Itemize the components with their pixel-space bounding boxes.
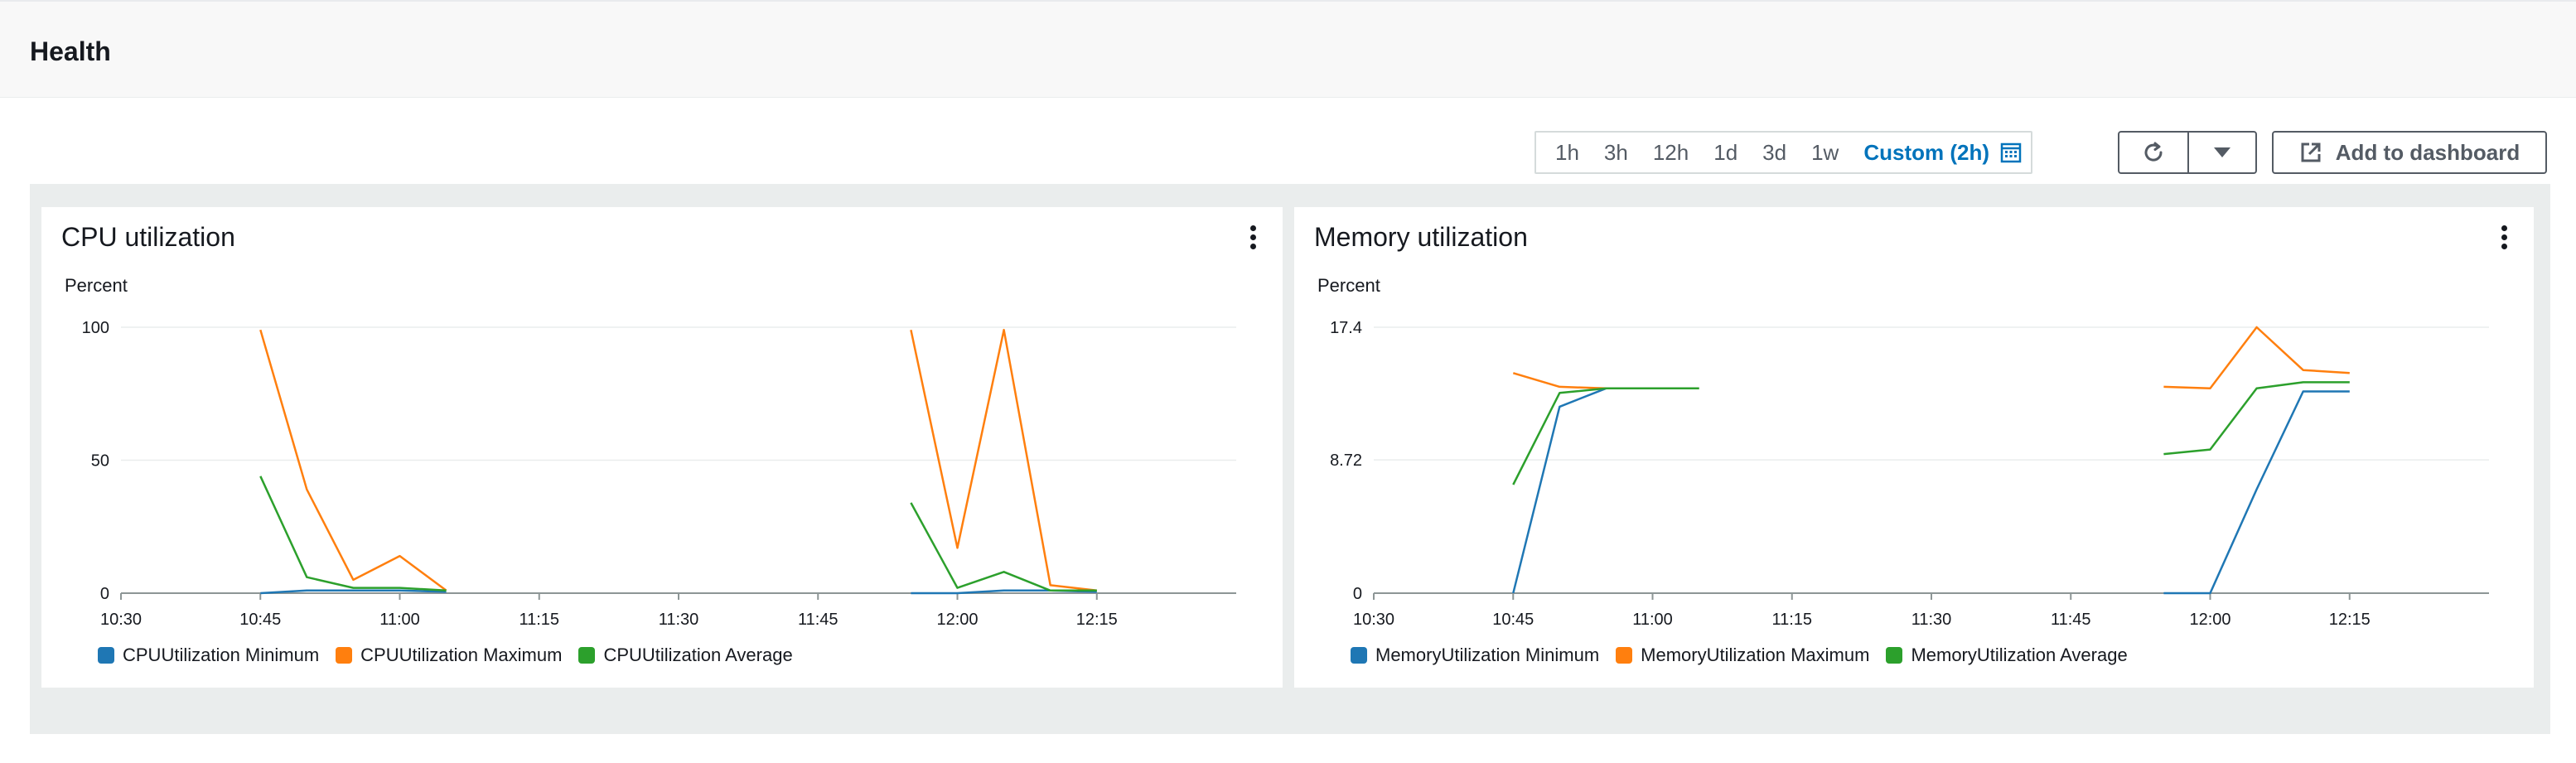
x-tick-label: 11:45 bbox=[2051, 611, 2091, 629]
range-custom[interactable]: Custom (2h) bbox=[1851, 133, 1998, 172]
legend-label: MemoryUtilization Minimum bbox=[1375, 645, 1600, 665]
header-band: Health bbox=[0, 0, 2576, 98]
y-tick-label: 0 bbox=[100, 585, 109, 603]
external-link-icon bbox=[2301, 142, 2321, 162]
y-tick-label: 8.72 bbox=[1330, 452, 1362, 470]
range-12h[interactable]: 12h bbox=[1641, 133, 1701, 172]
refresh-options-dropdown[interactable] bbox=[2187, 131, 2257, 174]
legend-label: CPUUtilization Average bbox=[603, 645, 793, 665]
y-tick-label: 100 bbox=[82, 319, 109, 337]
x-tick-label: 12:15 bbox=[2329, 611, 2371, 629]
legend-swatch bbox=[98, 647, 114, 664]
x-tick-label: 11:00 bbox=[1632, 611, 1673, 629]
legend-swatch bbox=[1616, 647, 1633, 664]
x-tick-label: 11:15 bbox=[519, 611, 559, 629]
y-tick-label: 50 bbox=[91, 452, 109, 471]
range-1d[interactable]: 1d bbox=[1701, 133, 1750, 172]
series-line-average bbox=[259, 476, 447, 592]
range-3d[interactable]: 3d bbox=[1750, 133, 1799, 172]
x-tick-label: 11:00 bbox=[379, 611, 420, 629]
x-tick-label: 10:45 bbox=[1492, 611, 1534, 629]
series-line-maximum bbox=[1512, 372, 1699, 390]
legend-swatch bbox=[336, 647, 353, 664]
legend-item-minimum[interactable]: CPUUtilization Minimum bbox=[98, 645, 319, 666]
legend-label: MemoryUtilization Average bbox=[1911, 645, 2128, 665]
chart-legend: CPUUtilization Minimum CPUUtilization Max… bbox=[98, 645, 793, 666]
x-tick-label: 11:15 bbox=[1771, 611, 1812, 629]
series-line-minimum bbox=[1512, 387, 1699, 594]
chart-legend: MemoryUtilization Minimum MemoryUtilizati… bbox=[1351, 645, 2128, 666]
cpu-chart: 0 50 100 10:30 10:45 11:00 11:15 11:30 11:45 12:0… bbox=[82, 319, 1236, 629]
range-1w[interactable]: 1w bbox=[1799, 133, 1851, 172]
legend-swatch bbox=[1351, 647, 1367, 664]
memory-utilization-panel: Memory utilization Percent 0 8.72 17.4 10:3… bbox=[1294, 207, 2534, 688]
series-line-average bbox=[1512, 387, 1699, 485]
x-tick-label: 10:45 bbox=[239, 611, 281, 629]
page-title: Health bbox=[30, 36, 111, 66]
series-line-average bbox=[910, 502, 1097, 592]
time-range-selector: 1h 3h 12h 1d 3d 1w Custom (2h) bbox=[1534, 131, 2032, 174]
legend-label: CPUUtilization Minimum bbox=[123, 645, 320, 665]
legend-item-minimum[interactable]: MemoryUtilization Minimum bbox=[1351, 645, 1599, 666]
range-1h[interactable]: 1h bbox=[1543, 133, 1592, 172]
x-tick-label: 11:45 bbox=[798, 611, 839, 629]
refresh-icon bbox=[2144, 142, 2163, 162]
refresh-button[interactable] bbox=[2118, 131, 2189, 174]
legend-item-maximum[interactable]: MemoryUtilization Maximum bbox=[1616, 645, 1869, 666]
page: Health 1h 3h 12h 1d 3d 1w Custom (2h) Ad… bbox=[0, 0, 2576, 763]
x-tick-label: 11:30 bbox=[1911, 611, 1952, 629]
x-tick-label: 12:00 bbox=[2189, 611, 2230, 629]
caret-down-icon bbox=[2214, 147, 2230, 157]
series-line-minimum bbox=[2163, 390, 2350, 595]
add-to-dashboard-button[interactable]: Add to dashboard bbox=[2272, 131, 2547, 174]
legend-item-maximum[interactable]: CPUUtilization Maximum bbox=[336, 645, 562, 666]
x-tick-label: 10:30 bbox=[1353, 611, 1394, 629]
legend-swatch bbox=[1886, 647, 1903, 664]
x-tick-label: 12:00 bbox=[936, 611, 978, 629]
memory-chart: 0 8.72 17.4 10:30 10:45 11:00 11:15 11:30 11:45 1… bbox=[1330, 319, 2489, 629]
x-tick-label: 10:30 bbox=[100, 611, 142, 629]
x-tick-label: 11:30 bbox=[659, 611, 699, 629]
add-to-dashboard-label: Add to dashboard bbox=[2335, 139, 2520, 165]
cpu-utilization-panel: CPU utilization Percent 0 50 100 10:30 10:45… bbox=[41, 207, 1283, 688]
legend-swatch bbox=[578, 647, 596, 664]
y-tick-label: 17.4 bbox=[1330, 319, 1362, 337]
x-tick-label: 12:15 bbox=[1076, 611, 1118, 629]
series-line-average bbox=[2163, 381, 2350, 456]
legend-item-average[interactable]: MemoryUtilization Average bbox=[1886, 645, 2128, 666]
range-3h[interactable]: 3h bbox=[1592, 133, 1641, 172]
calendar-icon[interactable] bbox=[1998, 133, 2024, 172]
series-line-maximum bbox=[2163, 326, 2350, 390]
legend-label: CPUUtilization Maximum bbox=[360, 645, 563, 665]
legend-label: MemoryUtilization Maximum bbox=[1641, 645, 1870, 665]
legend-item-average[interactable]: CPUUtilization Average bbox=[578, 645, 793, 666]
y-tick-label: 0 bbox=[1353, 585, 1362, 603]
